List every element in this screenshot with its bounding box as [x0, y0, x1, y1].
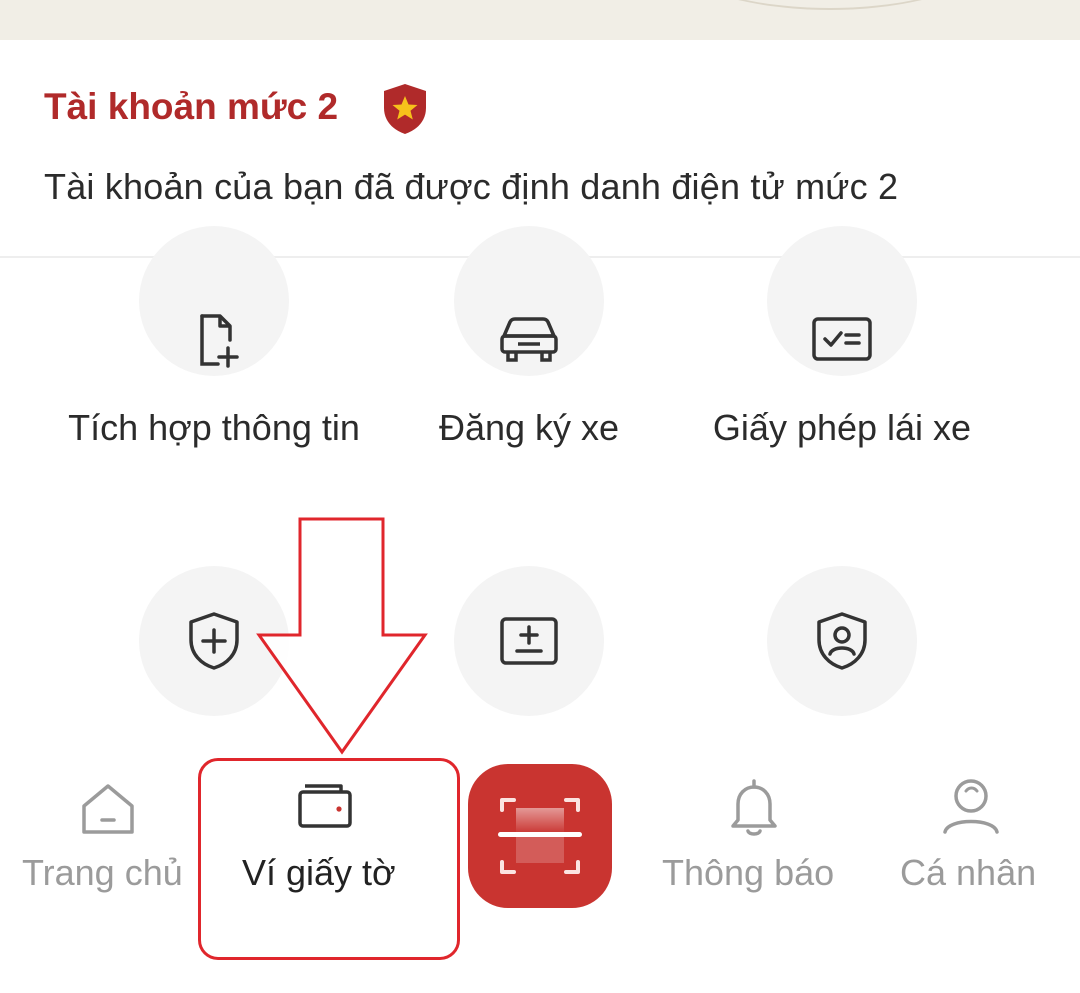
wallet-icon [298, 784, 352, 828]
nav-home[interactable]: Trang chủ [0, 760, 200, 940]
plus-minus-box-icon [500, 617, 558, 665]
car-icon [500, 317, 558, 362]
nav-wallet-label: Ví giấy tờ [242, 852, 396, 893]
account-level-title: Tài khoản mức 2 [44, 86, 339, 127]
scan-frame-icon [498, 798, 582, 874]
decorative-arc [640, 0, 1020, 10]
nav-profile-label: Cá nhân [900, 852, 1037, 893]
service-icon-circle [767, 566, 917, 716]
service-label: Tích hợp thông tin [68, 407, 360, 448]
account-level-card[interactable]: Tài khoản mức 2 Tài khoản của bạn đã đượ… [0, 40, 1080, 258]
nav-notifications[interactable]: Thông báo [650, 760, 860, 940]
service-icon-circle [139, 566, 289, 716]
service-icon-circle [454, 566, 604, 716]
shield-user-icon [817, 612, 867, 670]
nav-home-label: Trang chủ [22, 852, 183, 893]
bell-icon [731, 779, 777, 836]
user-icon [943, 779, 999, 834]
home-icon [82, 784, 134, 834]
qr-scan-button[interactable] [468, 764, 612, 908]
document-add-icon [200, 314, 239, 368]
license-card-icon [812, 317, 872, 361]
header-background [0, 0, 1080, 40]
nav-profile[interactable]: Cá nhân [880, 760, 1080, 940]
service-label: Đăng ký xe [438, 407, 620, 448]
app-screen: Tài khoản mức 2 Tài khoản của bạn đã đượ… [0, 0, 1080, 993]
service-label: Giấy phép lái xe [712, 407, 972, 448]
service-icon-circle [454, 226, 604, 376]
service-icon-circle [767, 226, 917, 376]
service-icon-circle [139, 226, 289, 376]
bottom-navigation: Trang chủ Ví giấy tờ Thông báo Cá nhân [0, 760, 1080, 993]
nav-wallet[interactable]: Ví giấy tờ [205, 760, 455, 940]
shield-plus-icon [189, 612, 239, 670]
nav-notifications-label: Thông báo [662, 852, 835, 893]
star-shield-icon [384, 84, 426, 134]
account-level-description: Tài khoản của bạn đã được định danh điện… [44, 166, 899, 207]
